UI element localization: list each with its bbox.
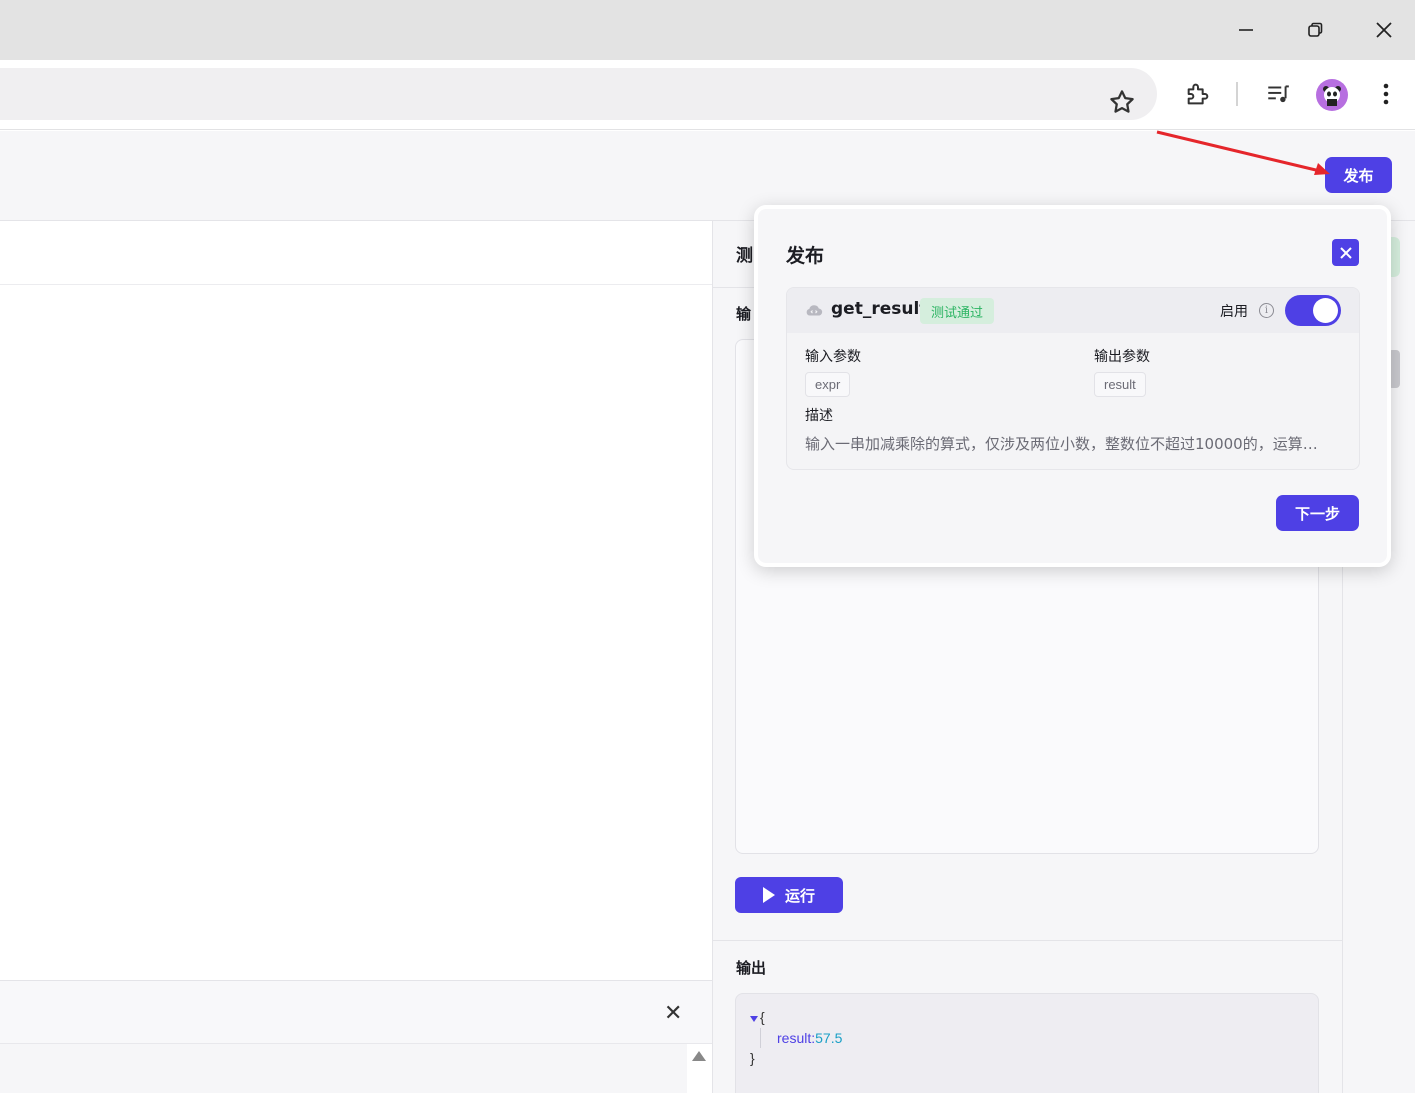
cloud-code-icon — [806, 305, 823, 316]
function-name: get_result — [831, 299, 928, 319]
panda-avatar-icon — [1323, 86, 1341, 106]
media-control-icon — [1268, 85, 1289, 103]
media-control-button[interactable] — [1262, 78, 1294, 110]
enable-toggle[interactable] — [1285, 295, 1341, 326]
json-entry: result:57.5 — [777, 1030, 842, 1046]
minimize-icon — [1239, 29, 1253, 31]
collapse-caret-icon[interactable] — [750, 1016, 758, 1022]
function-card-header: get_result 测试通过 启用 i — [787, 288, 1359, 333]
bottom-panel-body — [0, 1044, 687, 1093]
extensions-icon — [1187, 83, 1209, 105]
more-menu-icon — [1383, 83, 1389, 105]
test-pane-title: 测 — [736, 246, 753, 266]
toolbar-separator — [1236, 82, 1238, 106]
input-param-chip: expr — [805, 372, 851, 397]
restore-button[interactable] — [1295, 10, 1335, 50]
dialog-title: 发布 — [786, 245, 825, 267]
extensions-button[interactable] — [1182, 78, 1214, 110]
annotation-arrow — [1156, 130, 1330, 175]
output-label: 输出 — [736, 959, 767, 977]
json-value: 57.5 — [815, 1030, 843, 1046]
bottom-panel-header: ✕ — [0, 981, 712, 1044]
json-open-brace: { — [760, 1009, 765, 1025]
json-close-brace: } — [750, 1050, 755, 1066]
divider — [713, 940, 1343, 941]
output-param-chip: result — [1094, 372, 1146, 397]
address-bar[interactable] — [0, 68, 1157, 120]
restore-icon — [1308, 22, 1323, 37]
bottom-panel: ✕ — [0, 980, 712, 1093]
browser-titlebar — [0, 0, 1415, 60]
toggle-knob — [1313, 298, 1338, 323]
description-label: 描述 — [805, 408, 833, 424]
editor-tabbar-divider — [0, 284, 712, 285]
dialog-close-button[interactable] — [1332, 239, 1359, 266]
close-icon — [1339, 246, 1352, 259]
run-button[interactable]: 运行 — [735, 877, 843, 913]
description-text: 输入一串加减乘除的算式，仅涉及两位小数，整数位不超过10000的，运算… — [805, 435, 1318, 453]
bottom-panel-close-button[interactable]: ✕ — [664, 1001, 682, 1026]
publish-dialog: 发布 get_result 测试通过 启用 i 输入参数 expr 输出参数 r… — [754, 205, 1391, 567]
minimize-button[interactable] — [1226, 10, 1266, 50]
profile-avatar[interactable] — [1316, 79, 1348, 111]
json-indent-guide — [760, 1028, 761, 1048]
play-icon — [762, 887, 775, 903]
input-label: 输 — [736, 305, 752, 323]
status-badge: 测试通过 — [920, 298, 995, 324]
output-params-label: 输出参数 — [1094, 349, 1150, 365]
browser-toolbar — [0, 60, 1415, 130]
run-button-label: 运行 — [784, 886, 815, 905]
output-json-viewer: { result:57.5 } — [735, 993, 1319, 1093]
json-key: result: — [777, 1030, 816, 1046]
scroll-up-icon[interactable] — [692, 1051, 706, 1061]
function-card: get_result 测试通过 启用 i 输入参数 expr 输出参数 resu… — [786, 287, 1360, 470]
window-close-button[interactable] — [1364, 10, 1404, 50]
bookmark-star-icon[interactable] — [1107, 87, 1137, 117]
next-step-button[interactable]: 下一步 — [1276, 495, 1359, 531]
input-params-label: 输入参数 — [805, 349, 861, 365]
more-menu-button[interactable] — [1370, 78, 1402, 110]
editor-pane: ✕ — [0, 221, 713, 1093]
info-icon[interactable]: i — [1259, 303, 1274, 318]
enable-label: 启用 — [1220, 304, 1248, 320]
close-icon — [1376, 22, 1392, 38]
